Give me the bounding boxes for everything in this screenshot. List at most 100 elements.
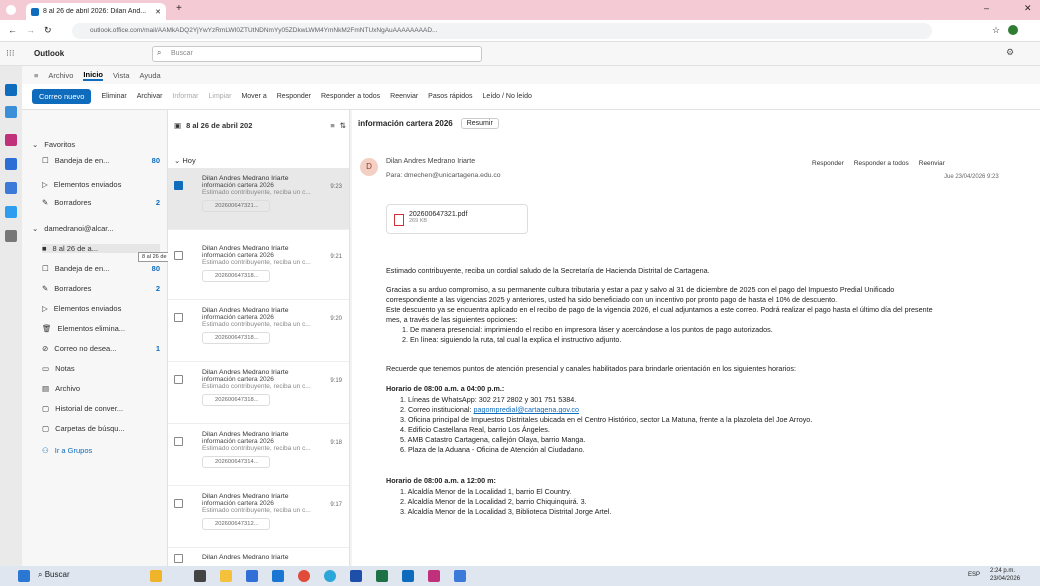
checkbox[interactable] bbox=[174, 499, 183, 508]
folder-item[interactable]: ⊘ Correo no desea... 1 bbox=[42, 344, 160, 353]
folder-item[interactable]: ▢ Carpetas de búsqu... bbox=[42, 424, 160, 433]
forward-button[interactable]: Reenviar bbox=[390, 93, 418, 100]
attachment-chip[interactable]: 202600647318... bbox=[202, 394, 270, 406]
folder-item[interactable]: ☐ Bandeja de en... 80 bbox=[42, 264, 160, 273]
todo-icon[interactable] bbox=[5, 158, 17, 170]
checkbox[interactable] bbox=[174, 375, 183, 384]
checkbox[interactable] bbox=[174, 181, 183, 190]
checkbox[interactable] bbox=[174, 437, 183, 446]
list-item-selected[interactable]: Dilan Andres Medrano Iriarte información… bbox=[168, 168, 349, 230]
folder-item[interactable]: ▷ Elementos enviados bbox=[42, 304, 160, 313]
checkbox[interactable] bbox=[174, 251, 183, 260]
calendar-icon[interactable] bbox=[5, 106, 17, 118]
forward-button[interactable]: Reenviar bbox=[919, 160, 945, 167]
reload-icon[interactable]: ↻ bbox=[44, 25, 52, 36]
reply-all-button[interactable]: Responder a todos bbox=[321, 93, 380, 100]
email-link[interactable]: pagompredial@cartagena.gov.co bbox=[474, 405, 579, 414]
onedrive-icon[interactable] bbox=[5, 206, 17, 218]
minimize-icon[interactable]: – bbox=[984, 3, 989, 13]
app-icon[interactable] bbox=[428, 570, 440, 582]
list-item[interactable]: Dilan Andres Medrano Iriarte bbox=[168, 548, 349, 566]
attachment-chip[interactable]: 202600647314... bbox=[202, 456, 270, 468]
folder-item[interactable]: ▭ Notas bbox=[42, 364, 160, 373]
windows-start-icon[interactable] bbox=[18, 570, 30, 582]
chrome-icon[interactable] bbox=[298, 570, 310, 582]
sort-icon[interactable]: ⇅ bbox=[340, 121, 346, 130]
store-icon[interactable] bbox=[246, 570, 258, 582]
excel-icon[interactable] bbox=[376, 570, 388, 582]
list-item[interactable]: Dilan Andres Medrano Iriarte información… bbox=[168, 238, 349, 300]
reply-button[interactable]: Responder bbox=[277, 93, 311, 100]
apps-icon[interactable] bbox=[5, 230, 17, 242]
list-item[interactable]: Dilan Andres Medrano Iriarte información… bbox=[168, 300, 349, 362]
quick-steps-button[interactable]: Pasos rápidos bbox=[428, 93, 472, 100]
group-header[interactable]: ⌄ Hoy bbox=[174, 156, 196, 165]
close-icon[interactable]: ✕ bbox=[155, 8, 161, 16]
list-item[interactable]: Dilan Andres Medrano Iriarte información… bbox=[168, 362, 349, 424]
attachment-chip[interactable]: 202600647318... bbox=[202, 270, 270, 282]
url-input[interactable]: outlook.office.com/mail/AAMkADQ2YjYwYzRm… bbox=[72, 23, 932, 39]
close-window-icon[interactable]: ✕ bbox=[1024, 3, 1032, 14]
app-icon[interactable] bbox=[350, 570, 362, 582]
profile-icon[interactable] bbox=[1008, 25, 1018, 35]
read-unread-button[interactable]: Leído / No leído bbox=[483, 93, 532, 100]
report-button[interactable]: Informar bbox=[172, 93, 198, 100]
browser-tab[interactable]: 8 al 26 de abril 2026: Dilan And... ✕ bbox=[26, 3, 166, 20]
attachment-chip[interactable]: 202600647312... bbox=[202, 518, 270, 530]
new-mail-button[interactable]: Correo nuevo bbox=[32, 89, 92, 104]
widgets-icon[interactable] bbox=[150, 570, 162, 582]
go-to-groups-link[interactable]: ⚇ Ir a Grupos bbox=[42, 446, 160, 455]
star-icon[interactable]: ☆ bbox=[992, 25, 1000, 36]
favorites-header[interactable]: ⌄ Favoritos bbox=[32, 140, 162, 149]
filter-icon[interactable]: ≡ bbox=[330, 121, 334, 130]
menu-inicio[interactable]: Inicio bbox=[83, 70, 103, 81]
app-icon[interactable] bbox=[454, 570, 466, 582]
tab-menu-icon[interactable] bbox=[6, 5, 16, 15]
attachment-chip[interactable]: 202600647318... bbox=[202, 332, 270, 344]
settings-icon[interactable]: ⚙ bbox=[1006, 47, 1014, 58]
mail-icon[interactable] bbox=[5, 84, 17, 96]
taskbar-search[interactable]: ⌕ Buscar bbox=[38, 570, 70, 580]
move-button[interactable]: Mover a bbox=[241, 93, 266, 100]
menu-vista[interactable]: Vista bbox=[113, 71, 130, 80]
search-input[interactable]: Buscar bbox=[152, 46, 482, 62]
summarize-button[interactable]: Resumir bbox=[460, 118, 499, 129]
mail-app-icon[interactable] bbox=[272, 570, 284, 582]
clock-time[interactable]: 2:24 p.m. bbox=[990, 568, 1015, 574]
folder-item[interactable]: ☐ Bandeja de en... 80 bbox=[42, 156, 160, 165]
hamburger-icon[interactable]: ≡ bbox=[34, 71, 38, 80]
people-icon[interactable] bbox=[5, 134, 17, 146]
app-icon[interactable] bbox=[402, 570, 414, 582]
back-icon[interactable]: ← bbox=[8, 25, 17, 35]
reply-button[interactable]: Responder bbox=[812, 160, 844, 167]
reply-all-button[interactable]: Responder a todos bbox=[854, 160, 909, 167]
email-sender[interactable]: Dilan Andres Medrano Iriarte bbox=[386, 158, 475, 165]
explorer-icon[interactable] bbox=[220, 570, 232, 582]
attachment-card[interactable]: 202600647321.pdf 269 KB bbox=[386, 204, 528, 234]
menu-ayuda[interactable]: Ayuda bbox=[140, 71, 161, 80]
checkbox[interactable] bbox=[174, 313, 183, 322]
forward-icon[interactable]: → bbox=[26, 25, 35, 35]
checkbox[interactable] bbox=[174, 554, 183, 563]
app-launcher-icon[interactable]: ⁝⁝⁝ bbox=[6, 48, 15, 59]
teams-icon[interactable] bbox=[5, 182, 17, 194]
account-header[interactable]: ⌄ damedranoi@alcar... bbox=[32, 224, 162, 233]
folder-item[interactable]: ✎ Borradores 2 bbox=[42, 284, 160, 293]
folder-item[interactable]: ✎ Borradores 2 bbox=[42, 198, 160, 207]
delete-button[interactable]: Eliminar bbox=[101, 93, 126, 100]
new-tab-button[interactable]: + bbox=[176, 3, 182, 14]
taskview-icon[interactable] bbox=[194, 570, 206, 582]
archive-button[interactable]: Archivar bbox=[137, 93, 163, 100]
folder-item[interactable]: ▷ Elementos enviados bbox=[42, 180, 160, 189]
list-item[interactable]: Dilan Andres Medrano Iriarte información… bbox=[168, 486, 349, 548]
clean-button[interactable]: Limpiar bbox=[209, 93, 232, 100]
edge-icon[interactable] bbox=[324, 570, 336, 582]
folder-item[interactable]: 🗑 Elementos elimina... bbox=[42, 324, 160, 333]
language-indicator[interactable]: ESP bbox=[968, 572, 980, 578]
attachment-chip[interactable]: 202600647321... bbox=[202, 200, 270, 212]
clock-date[interactable]: 23/04/2026 bbox=[990, 576, 1020, 582]
select-all-icon[interactable]: ▣ bbox=[174, 121, 181, 130]
list-item[interactable]: Dilan Andres Medrano Iriarte información… bbox=[168, 424, 349, 486]
menu-archivo[interactable]: Archivo bbox=[48, 71, 73, 80]
folder-item[interactable]: ▢ Historial de conver... bbox=[42, 404, 160, 413]
